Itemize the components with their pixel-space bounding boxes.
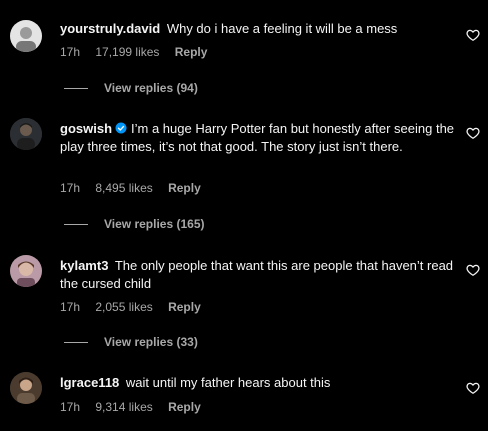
divider-line [64,87,88,89]
comment-likes[interactable]: 2,055 likes [95,300,152,314]
heart-icon[interactable] [466,263,480,277]
verified-badge-icon [115,122,127,134]
comment-time: 17h [60,300,81,314]
avatar[interactable] [10,255,42,287]
comment-username[interactable]: lgrace118 [60,375,119,390]
avatar[interactable] [10,20,42,52]
view-replies-label: View replies (165) [104,217,205,231]
view-replies-button[interactable]: View replies (94) [64,81,198,95]
comment-text: The only people that want this are peopl… [60,258,454,291]
comment-meta: 17h 8,495 likes Reply [60,181,213,195]
view-replies-button[interactable]: View replies (165) [64,217,205,231]
avatar[interactable] [10,372,42,404]
comment-text: Why do i have a feeling it will be a mes… [166,21,398,36]
divider-line [64,223,88,225]
heart-icon[interactable] [466,381,480,395]
comment-time: 17h [60,45,81,59]
comment-text-block: lgrace118 wait until my father hears abo… [60,374,455,392]
reply-button[interactable]: Reply [168,300,201,314]
heart-icon[interactable] [466,28,480,42]
view-replies-button[interactable]: View replies (33) [64,335,198,349]
comment-likes[interactable]: 8,495 likes [95,181,152,195]
comment-meta: 17h 9,314 likes Reply [60,400,213,414]
reply-button[interactable]: Reply [175,45,208,59]
comment-text-block: kylamt3 The only people that want this a… [60,257,455,293]
reply-button[interactable]: Reply [168,400,201,414]
comment-text-block: goswish I’m a huge Harry Potter fan but … [60,120,455,156]
comment-likes[interactable]: 9,314 likes [95,400,152,414]
avatar[interactable] [10,118,42,150]
divider-line [64,341,88,343]
view-replies-label: View replies (94) [104,81,198,95]
heart-icon[interactable] [466,126,480,140]
comment-meta: 17h 17,199 likes Reply [60,45,219,59]
comment-text: wait until my father hears about this [125,375,331,390]
comment-username[interactable]: goswish [60,121,112,136]
comment-time: 17h [60,181,81,195]
comment-meta: 17h 2,055 likes Reply [60,300,213,314]
comment-time: 17h [60,400,81,414]
comment-likes[interactable]: 17,199 likes [95,45,159,59]
comment-username[interactable]: kylamt3 [60,258,108,273]
reply-button[interactable]: Reply [168,181,201,195]
comment-text-block: yourstruly.david Why do i have a feeling… [60,20,455,38]
view-replies-label: View replies (33) [104,335,198,349]
comment-username[interactable]: yourstruly.david [60,21,160,36]
